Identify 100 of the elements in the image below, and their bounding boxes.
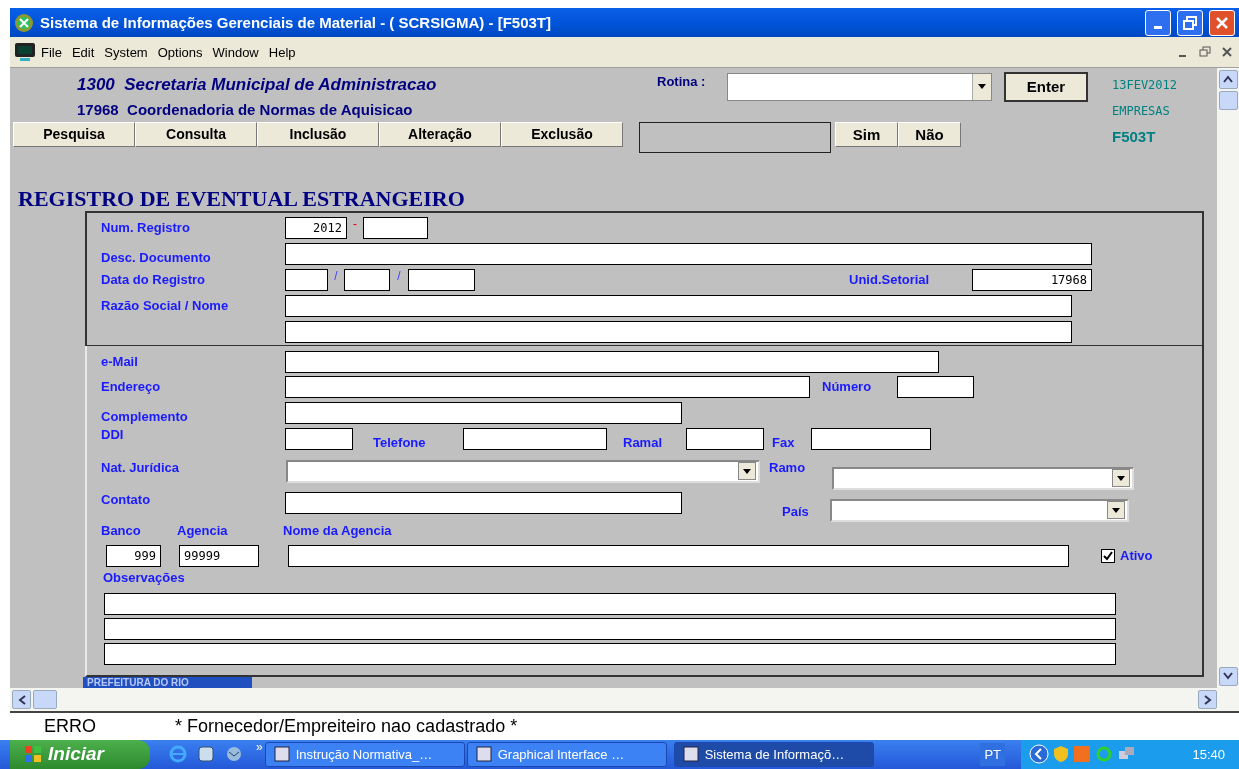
scroll-left-button[interactable] [12,690,31,710]
unit-field[interactable]: 17968 [972,268,1092,291]
extension-field[interactable] [686,427,764,450]
organization-line: 1300 Secretaria Municipal de Administracao [77,73,438,96]
year-field[interactable] [408,268,475,291]
field-label: Nat. Jurídica [101,459,181,475]
agency-name-field[interactable] [288,544,1069,567]
chevron-up-icon [1223,75,1233,84]
restore-icon [1183,15,1197,30]
field-label: Ramal [623,434,664,450]
rotina-label: Rotina : [657,72,707,91]
field-label: Ramo [769,459,807,475]
country-dropdown[interactable] [830,498,1129,522]
complement-field[interactable] [285,401,682,424]
checkmark-icon [1103,550,1113,561]
legal-nature-dropdown[interactable] [286,459,760,483]
window-title: Sistema de Informações Gerenciais de Material - ( SCRSIGMA) - [F503T] [40,14,552,32]
bank-field[interactable]: 999 [106,544,161,567]
phone-field[interactable] [463,427,607,450]
notes-field[interactable] [104,642,1116,665]
menu-item[interactable]: Options [152,44,208,60]
field-label: Agencia [177,523,229,539]
scroll-up-button[interactable] [1218,69,1238,89]
restore-icon[interactable] [1199,46,1211,59]
name-field[interactable] [285,320,1072,343]
enter-button[interactable]: Enter [1004,71,1088,102]
organization-line: 17968 Coordenadoria de Normas de Aquisicao [77,99,414,120]
month-field[interactable] [344,268,390,291]
action-button[interactable]: Alteração [379,121,501,147]
contact-field[interactable] [285,491,682,514]
scroll-thumb[interactable] [1218,90,1238,110]
agency-field[interactable]: 99999 [179,544,259,567]
checkbox[interactable] [1101,548,1115,563]
windows-flag-icon [24,745,42,764]
minimize-icon [1154,26,1162,30]
menu-item[interactable]: Window [207,44,264,60]
action-button[interactable]: Pesquisa [13,121,135,147]
menu-item[interactable]: Help [263,44,301,60]
name-field[interactable] [285,294,1072,317]
taskbar-button[interactable]: Graphical Interface … [466,742,667,767]
field-label: e-Mail [101,354,139,370]
caret-icon [1117,475,1125,481]
more-text[interactable]: » [256,740,263,754]
field-label: Data do Registro [101,272,206,288]
app-logo-icon [14,12,34,33]
status-label: ERRO [44,716,97,738]
description-field[interactable] [285,242,1092,265]
action-button[interactable]: Consulta [135,121,257,147]
menu-item[interactable]: File [36,44,67,60]
ddi-field[interactable] [285,427,353,450]
action-button[interactable]: Inclusão [257,121,379,147]
checkbox-label: Ativo [1120,548,1153,564]
confirm-button[interactable]: Não [898,121,961,147]
chevron-right-icon [1203,694,1212,705]
address-field[interactable] [285,375,810,398]
notes-field[interactable] [104,617,1116,640]
field-label: Observações [103,570,185,586]
field-label: Contato [101,491,152,507]
sector-dropdown[interactable] [832,466,1134,490]
minimize-button[interactable] [1145,9,1171,36]
fax-field[interactable] [811,427,931,450]
monitor-icon [14,42,36,63]
menu-item[interactable]: Edit [66,44,100,60]
restore-button[interactable] [1177,9,1203,36]
form-title: REGISTRO DE EVENTUAL ESTRANGEIRO [18,186,466,211]
separator-text: / [396,268,402,283]
year-field[interactable]: 2012 [285,216,347,239]
confirm-button[interactable]: Sim [835,121,898,147]
field-label: Desc. Documento [101,249,212,265]
field-label: Telefone [373,434,427,450]
info-text: 13FEV2012 [1112,76,1178,94]
scroll-right-button[interactable] [1198,690,1217,710]
field-label: Nome da Agencia [283,523,392,539]
info-text: EMPRESAS [1112,102,1171,120]
notes-field[interactable] [104,592,1116,615]
language-indicator[interactable]: PT [980,743,1005,766]
taskbar-button[interactable]: Sistema de Informaçõ… [673,742,874,767]
chevron-left-icon [17,694,26,705]
action-button[interactable]: Exclusão [501,121,623,147]
field-label: Complemento [101,408,189,424]
scroll-thumb[interactable] [33,690,57,710]
window-icon [273,746,290,763]
close-button[interactable] [1209,9,1235,36]
number-field[interactable] [363,216,428,239]
field-label: Endereço [101,379,162,395]
clock: 15:40 [1192,747,1225,762]
rotina-dropdown[interactable] [727,72,992,101]
taskbar-button[interactable]: Instrução Normativa_… [264,742,465,767]
vertical-scrollbar[interactable] [1217,67,1239,688]
scroll-down-button[interactable] [1218,666,1238,686]
chevron-down-icon [1223,672,1233,681]
number-field[interactable] [897,375,974,398]
day-field[interactable] [285,268,328,291]
desktop-icon[interactable] [196,744,216,765]
field-label: País [782,503,810,519]
close-icon[interactable] [1221,46,1233,59]
horizontal-scrollbar[interactable] [10,687,1239,714]
menu-item[interactable]: System [99,44,153,60]
caret-icon [1112,507,1120,513]
email-field[interactable] [285,350,939,373]
